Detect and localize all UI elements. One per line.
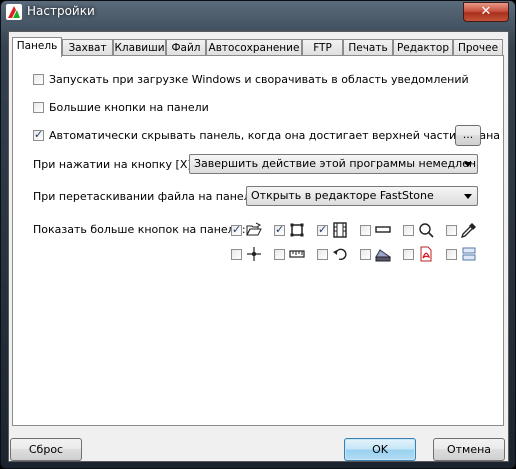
dialog-client-area: Панель Захват Клавиши Файл Автосохранени… <box>8 31 509 462</box>
toolbar-scanner-checkbox[interactable] <box>360 249 371 260</box>
scanner-icon <box>375 249 391 262</box>
chevron-down-icon <box>464 194 472 199</box>
autohide-more-button[interactable]: ... <box>455 125 481 146</box>
tab-editor[interactable]: Редактор <box>393 39 453 56</box>
cancel-button[interactable]: Отмена <box>433 438 505 461</box>
open-folder-icon <box>246 222 262 236</box>
color-picker-icon <box>461 223 476 238</box>
tab-ftp[interactable]: FTP <box>302 39 343 56</box>
toolbar-bar-checkbox[interactable] <box>360 225 371 236</box>
magnifier-icon <box>419 223 434 238</box>
toolbar-open-checkbox[interactable] <box>231 223 242 236</box>
button-click-label: При нажатии на кнопку [X]: <box>33 158 196 171</box>
window-title: Настройки <box>27 4 95 18</box>
button-click-select[interactable]: Завершить действие этой программы немедл… <box>189 154 478 174</box>
window-close-button[interactable]: ✕ <box>463 2 509 22</box>
tab-hotkeys[interactable]: Клавиши <box>113 39 166 56</box>
drag-file-select[interactable]: Открыть в редакторе FastStone <box>246 186 478 206</box>
autohide-checkbox[interactable] <box>33 128 44 141</box>
ruler-icon <box>289 250 305 258</box>
crop-frame-icon <box>290 223 304 237</box>
toolbar-picker-checkbox[interactable] <box>446 225 457 236</box>
tab-file[interactable]: Файл <box>166 39 206 56</box>
toolbar-crosshair-checkbox[interactable] <box>231 249 242 260</box>
more-buttons-label: Показать больше кнопок на панели: <box>33 223 246 236</box>
toolbar-video-checkbox[interactable] <box>317 223 328 236</box>
toolbar-compare-checkbox[interactable] <box>446 249 457 260</box>
tab-panel[interactable]: Панель <box>12 37 62 57</box>
startup-label: Запускать при загрузке Windows и сворачи… <box>49 73 469 86</box>
big-buttons-checkbox[interactable] <box>33 102 44 113</box>
settings-window: Настройки ✕ Панель Захват Клавиши Файл А… <box>0 0 516 469</box>
big-buttons-label: Большие кнопки на панели <box>49 101 209 114</box>
toolbar-magnifier-checkbox[interactable] <box>403 225 414 236</box>
ok-button[interactable]: OK <box>344 438 416 461</box>
button-click-value: Завершить действие этой программы немедл… <box>194 157 478 170</box>
toolbar-undo-checkbox[interactable] <box>317 249 328 260</box>
pdf-icon <box>420 246 432 262</box>
undo-arrow-icon <box>333 248 347 261</box>
autohide-label: Автоматически скрывать панель, когда она… <box>49 129 501 142</box>
toolbar-ruler-checkbox[interactable] <box>274 249 285 260</box>
compare-icon <box>462 247 476 261</box>
minus-bar-icon <box>375 226 391 233</box>
toolbar-crop-checkbox[interactable] <box>274 223 285 236</box>
tab-print[interactable]: Печать <box>343 39 393 56</box>
drag-file-label: При перетаскивании файла на панель: <box>33 190 261 203</box>
drag-file-value: Открыть в редакторе FastStone <box>251 189 434 202</box>
toolbar-pdf-checkbox[interactable] <box>403 249 414 260</box>
chevron-down-icon <box>464 162 472 167</box>
reset-button[interactable]: Сброс <box>10 438 82 461</box>
startup-checkbox[interactable] <box>33 74 44 85</box>
crosshair-icon <box>247 247 261 261</box>
tab-capture[interactable]: Захват <box>62 39 113 56</box>
tab-autosave[interactable]: Автосохранение <box>206 39 302 56</box>
panel-tab-content: Запускать при загрузке Windows и сворачи… <box>12 55 504 426</box>
faststone-app-icon <box>6 4 22 20</box>
tab-misc[interactable]: Прочее <box>453 39 503 56</box>
film-strip-icon <box>333 222 347 238</box>
title-bar[interactable]: Настройки ✕ <box>1 1 515 23</box>
